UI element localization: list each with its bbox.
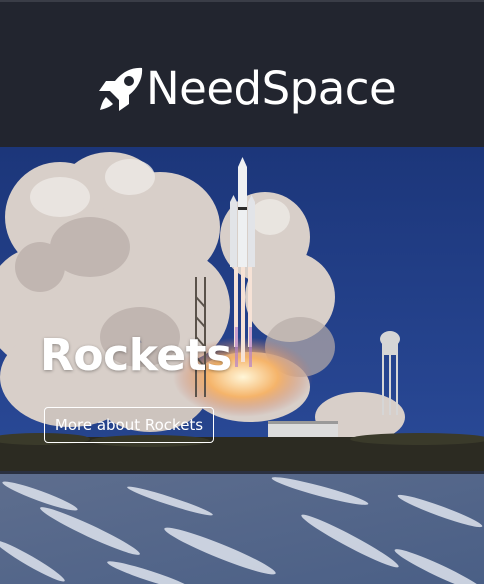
earth-clouds-photo — [0, 471, 484, 584]
more-about-rockets-button[interactable]: More about Rockets — [44, 407, 214, 443]
rocket-icon — [99, 67, 143, 111]
earth-section — [0, 471, 484, 584]
site-logo[interactable]: NeedSpace — [96, 62, 397, 115]
hero-title: Rockets — [40, 330, 232, 381]
site-header: NeedSpace — [0, 2, 484, 147]
rockets-hero: Rockets More about Rockets — [0, 147, 484, 471]
brand-name: NeedSpace — [146, 62, 397, 115]
